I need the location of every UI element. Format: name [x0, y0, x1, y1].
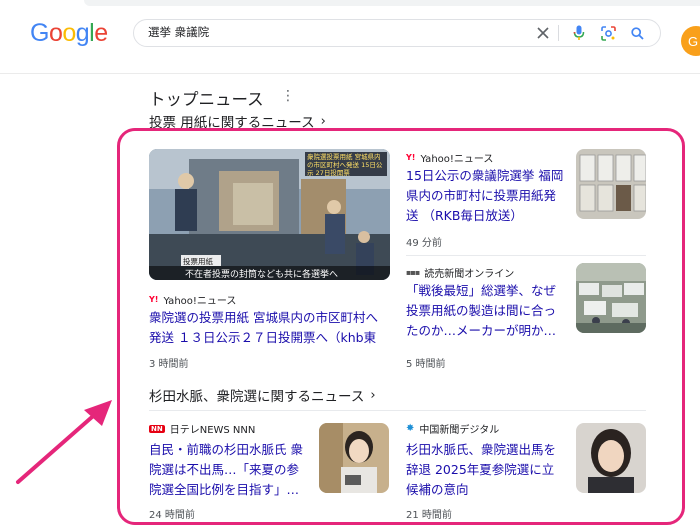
news-thumbnail-printing-room[interactable]	[576, 263, 646, 333]
news-time: 24 時間前	[149, 510, 195, 521]
news-source-label: 日テレNEWS NNN	[169, 425, 256, 436]
logo-letter: g	[75, 19, 90, 47]
chevron-right-icon: ›	[320, 113, 326, 129]
section-divider	[149, 410, 646, 411]
news-thumbnail-politician-1[interactable]	[319, 423, 389, 493]
annotation-arrow-icon	[16, 400, 112, 484]
logo-letter: G	[30, 19, 49, 47]
news-headline[interactable]: 杉田水脈氏、衆院選出馬を辞退 2025年夏参院選に立候補の意向	[406, 440, 564, 500]
search-box[interactable]	[133, 19, 661, 47]
search-input[interactable]	[148, 25, 508, 39]
news-headline[interactable]: 衆院選の投票用紙 宮城県内の市区町村へ発送 １３日公示２７日投開票へ（khb東日…	[149, 308, 390, 348]
news-source-label: 読売新聞オンライン	[424, 269, 515, 280]
news-headline[interactable]: 15日公示の衆議院選挙 福岡県内の市町村に投票用紙発送 （RKB毎日放送）	[406, 166, 564, 226]
news-thumbnail-politician-2[interactable]	[576, 423, 646, 493]
news-headline[interactable]: 「戦後最短」総選挙、なぜ投票用紙の製造は間に合ったのか…メーカーが明か…	[406, 281, 564, 341]
chugoku-logo-icon: ✸	[406, 423, 415, 434]
news-source: Y! Yahoo!ニュース	[406, 150, 493, 165]
image-overlay-label: 投票用紙	[183, 257, 213, 266]
news-headline[interactable]: 自民・前職の杉田水脈氏 衆院選は不出馬…「来夏の参院選全国比例を目指す」…	[149, 440, 307, 500]
news-time: 21 時間前	[406, 510, 452, 521]
search-divider	[558, 25, 559, 41]
group-heading-sugita[interactable]: 杉田水脈、衆院選に関するニュース ›	[149, 385, 376, 406]
news-source: Y! Yahoo!ニュース	[149, 292, 236, 307]
microphone-icon[interactable]	[568, 22, 590, 44]
news-source: NN 日テレNEWS NNN	[149, 421, 255, 436]
top-news-title: トップニュース	[149, 90, 264, 109]
chevron-right-icon: ›	[370, 387, 376, 403]
yomiuri-logo-icon: ▪▪▪	[406, 268, 420, 277]
news-source-label: Yahoo!ニュース	[420, 154, 494, 165]
image-overlay-title: 衆院選投票用紙 宮城県内の市区町村へ発送 15日公示 27日投開票	[307, 153, 383, 177]
news-time: 49 分前	[406, 238, 442, 249]
logo-letter: o	[62, 19, 76, 47]
news-source: ▪▪▪ 読売新聞オンライン	[406, 265, 514, 280]
more-options-icon[interactable]: ⋮	[281, 88, 295, 104]
news-time: 3 時間前	[149, 359, 189, 370]
logo-letter: e	[94, 19, 108, 47]
card-divider	[406, 255, 646, 256]
news-image-ballot-truck[interactable]: 衆院選投票用紙 宮城県内の市区町村へ発送 15日公示 27日投開票 投票用紙 不…	[149, 149, 390, 280]
lens-camera-icon[interactable]	[597, 22, 619, 44]
browser-top-strip	[84, 0, 700, 6]
yahoo-logo-icon: Y!	[149, 295, 159, 304]
news-source: ✸ 中国新聞デジタル	[406, 421, 499, 436]
ntv-logo-icon: NN	[149, 424, 165, 433]
image-caption: 不在者投票の封筒なども共に各選挙へ	[185, 270, 339, 280]
header-divider	[0, 73, 700, 74]
logo-letter: o	[48, 19, 63, 47]
search-icon[interactable]	[626, 22, 648, 44]
account-avatar[interactable]: G	[681, 26, 700, 56]
news-time: 5 時間前	[406, 359, 446, 370]
group-heading-sugita-label: 杉田水脈、衆院選に関するニュース	[149, 389, 365, 405]
news-source-label: Yahoo!ニュース	[163, 296, 237, 307]
yahoo-logo-icon: Y!	[406, 153, 416, 162]
clear-icon[interactable]	[532, 22, 554, 44]
google-logo[interactable]: Google	[30, 19, 108, 48]
news-source-label: 中国新聞デジタル	[419, 425, 500, 436]
news-thumbnail-ballot-boxes[interactable]	[576, 149, 646, 219]
